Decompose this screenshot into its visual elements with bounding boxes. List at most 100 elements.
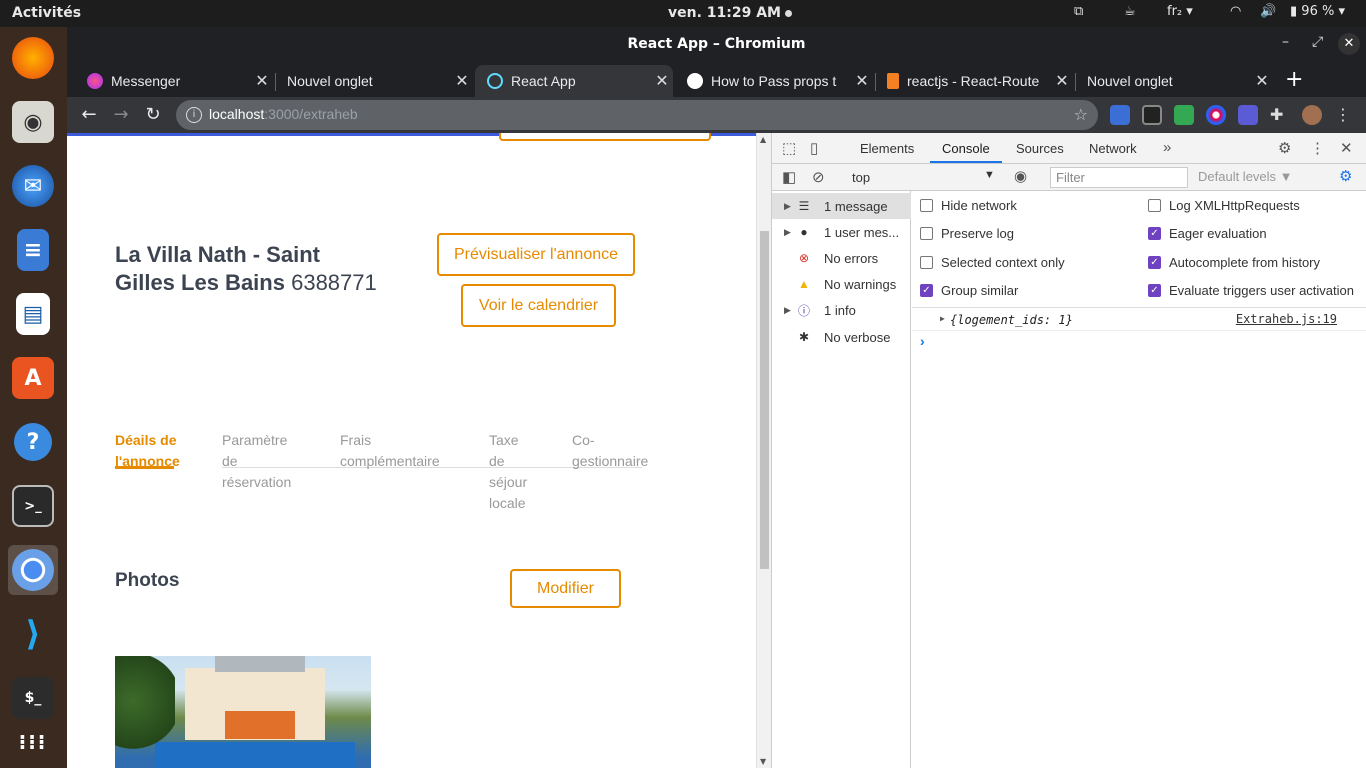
vscode-launcher[interactable]: ⟩: [8, 609, 58, 659]
context-dropdown-icon[interactable]: ▼: [984, 169, 995, 181]
log-source-link[interactable]: Extraheb.js:19: [1236, 312, 1337, 326]
wifi-icon[interactable]: ◠: [1230, 4, 1241, 19]
checkbox-checked[interactable]: ✓: [920, 284, 933, 297]
option-evaluate-triggers[interactable]: ✓ Evaluate triggers user activation: [1148, 283, 1354, 298]
files-launcher[interactable]: ≡: [8, 225, 58, 275]
preview-listing-button[interactable]: Prévisualiser l'annonce: [437, 233, 635, 276]
devtools-menu-icon[interactable]: ⋮: [1310, 139, 1325, 157]
minimize-button[interactable]: –: [1282, 34, 1289, 50]
checkbox[interactable]: [920, 227, 933, 240]
clock[interactable]: ven. 11:29 AM: [668, 5, 792, 21]
page-scrollbar[interactable]: ▲ ▼: [756, 133, 771, 768]
volume-icon[interactable]: 🔊: [1260, 4, 1276, 19]
thunderbird-launcher[interactable]: ✉: [8, 161, 58, 211]
log-levels-dropdown[interactable]: Default levels ▼: [1198, 169, 1293, 184]
profile-avatar[interactable]: [1302, 105, 1322, 125]
rhythmbox-launcher[interactable]: ◉: [8, 97, 58, 147]
checkbox-checked[interactable]: ✓: [1148, 256, 1161, 269]
inspect-element-icon[interactable]: ⬚: [782, 139, 796, 157]
forward-icon[interactable]: →: [110, 104, 132, 125]
sidebar-item-info[interactable]: ▶ ⓘ 1 info: [772, 297, 911, 323]
console-log-entry[interactable]: ▶ {logement_ids: 1} Extraheb.js:19: [912, 307, 1366, 331]
option-log-xmlhttprequests[interactable]: Log XMLHttpRequests: [1148, 198, 1300, 213]
close-window-button[interactable]: ✕: [1338, 33, 1360, 55]
option-eager-evaluation[interactable]: ✓ Eager evaluation: [1148, 226, 1267, 241]
tab-booking-settings[interactable]: Paramètre de réservation: [222, 430, 291, 493]
device-toolbar-icon[interactable]: ▯: [810, 139, 818, 157]
header-button-partial[interactable]: [499, 133, 711, 141]
chromium-launcher[interactable]: [8, 545, 58, 595]
option-group-similar[interactable]: ✓ Group similar: [920, 283, 1018, 298]
activities-button[interactable]: Activités: [12, 5, 81, 21]
sidebar-item-verbose[interactable]: ✱ No verbose: [772, 324, 911, 350]
maximize-button[interactable]: ⤢: [1312, 34, 1323, 50]
close-tab-icon[interactable]: ✕: [1251, 71, 1273, 91]
scroll-up-arrow-icon[interactable]: ▲: [760, 135, 766, 144]
color-extension-icon[interactable]: [1206, 105, 1226, 125]
sidebar-item-messages[interactable]: ▶ ☰ 1 message: [772, 193, 911, 219]
new-tab-button[interactable]: +: [1285, 67, 1303, 92]
menu-kebab-icon[interactable]: ⋮: [1335, 105, 1355, 125]
expand-object-icon[interactable]: ▶: [940, 314, 945, 323]
close-tab-icon[interactable]: ✕: [851, 71, 873, 91]
firefox-launcher[interactable]: [8, 33, 58, 83]
sidebar-item-warnings[interactable]: ▲ No warnings: [772, 271, 911, 297]
show-apps-button[interactable]: ⁝⁝⁝: [8, 717, 58, 767]
devtools-tab-network[interactable]: Network: [1089, 141, 1137, 156]
back-icon[interactable]: ←: [78, 104, 100, 125]
terminal-launcher[interactable]: $_: [8, 673, 58, 723]
coffee-icon[interactable]: ☕: [1124, 4, 1136, 19]
log-object[interactable]: {logement_ids: 1}: [950, 313, 1073, 327]
settings-gear-icon[interactable]: ⚙: [1278, 139, 1291, 157]
devtools-tab-sources[interactable]: Sources: [1016, 141, 1064, 156]
sidebar-item-errors[interactable]: ⊗ No errors: [772, 245, 911, 271]
listing-photo[interactable]: [115, 656, 371, 768]
help-launcher[interactable]: ?: [8, 417, 58, 467]
checkbox[interactable]: [920, 256, 933, 269]
close-devtools-icon[interactable]: ✕: [1340, 139, 1353, 157]
extension-icon[interactable]: [1110, 105, 1130, 125]
tab-co-manager[interactable]: Co- gestionnaire: [572, 430, 648, 472]
bookmark-star-icon[interactable]: ☆: [1074, 105, 1088, 124]
option-autocomplete-history[interactable]: ✓ Autocomplete from history: [1148, 255, 1320, 270]
scrollbar-thumb[interactable]: [760, 231, 769, 569]
download-extension-icon[interactable]: [1238, 105, 1258, 125]
more-tabs-icon[interactable]: »: [1163, 139, 1171, 156]
screen-share-icon[interactable]: ⧉: [1074, 4, 1083, 19]
tab-new-tab-2[interactable]: Nouvel onglet ✕: [1075, 65, 1273, 97]
checkbox[interactable]: [920, 199, 933, 212]
close-tab-icon[interactable]: ✕: [251, 71, 273, 91]
tab-extra-fees[interactable]: Frais complémentaire: [340, 430, 440, 472]
download-arrow-extension-icon[interactable]: [1174, 105, 1194, 125]
tab-new-tab-1[interactable]: Nouvel onglet ✕: [275, 65, 473, 97]
tab-tourist-tax[interactable]: Taxe de séjour locale: [489, 430, 527, 514]
expand-arrow-icon[interactable]: ▶: [772, 305, 791, 316]
reload-icon[interactable]: ↻: [142, 104, 164, 125]
show-sidebar-icon[interactable]: ◧: [782, 168, 796, 186]
option-hide-network[interactable]: Hide network: [920, 198, 1017, 213]
info-icon[interactable]: i: [186, 107, 202, 123]
modify-photos-button[interactable]: Modifier: [510, 569, 621, 608]
checkbox-checked[interactable]: ✓: [1148, 227, 1161, 240]
writer-launcher[interactable]: ▤: [8, 289, 58, 339]
live-expression-eye-icon[interactable]: ◉: [1014, 167, 1027, 185]
devtools-tab-console[interactable]: Console: [942, 141, 990, 156]
close-tab-icon[interactable]: ✕: [1051, 71, 1073, 91]
extension-cube-icon[interactable]: [1142, 105, 1162, 125]
tab-react-app[interactable]: React App ✕: [475, 65, 673, 97]
close-tab-icon[interactable]: ✕: [651, 71, 673, 91]
software-launcher[interactable]: A: [8, 353, 58, 403]
address-bar[interactable]: i localhost:3000/extraheb ☆: [176, 100, 1098, 130]
tab-stackoverflow[interactable]: reactjs - React-Route ✕: [875, 65, 1073, 97]
puzzle-extensions-icon[interactable]: ✚: [1270, 105, 1290, 125]
sidebar-item-user-messages[interactable]: ▶ ● 1 user mes...: [772, 219, 911, 245]
context-selector[interactable]: top: [852, 170, 870, 185]
expand-arrow-icon[interactable]: ▶: [772, 227, 791, 238]
battery-indicator[interactable]: ▮ 96 % ▾: [1290, 4, 1345, 19]
terminal-split-launcher[interactable]: >_: [8, 481, 58, 531]
checkbox-checked[interactable]: ✓: [1148, 284, 1161, 297]
devtools-tab-elements[interactable]: Elements: [860, 141, 914, 156]
scroll-down-arrow-icon[interactable]: ▼: [760, 757, 766, 766]
expand-arrow-icon[interactable]: ▶: [772, 201, 791, 212]
console-prompt-icon[interactable]: ›: [920, 333, 925, 349]
